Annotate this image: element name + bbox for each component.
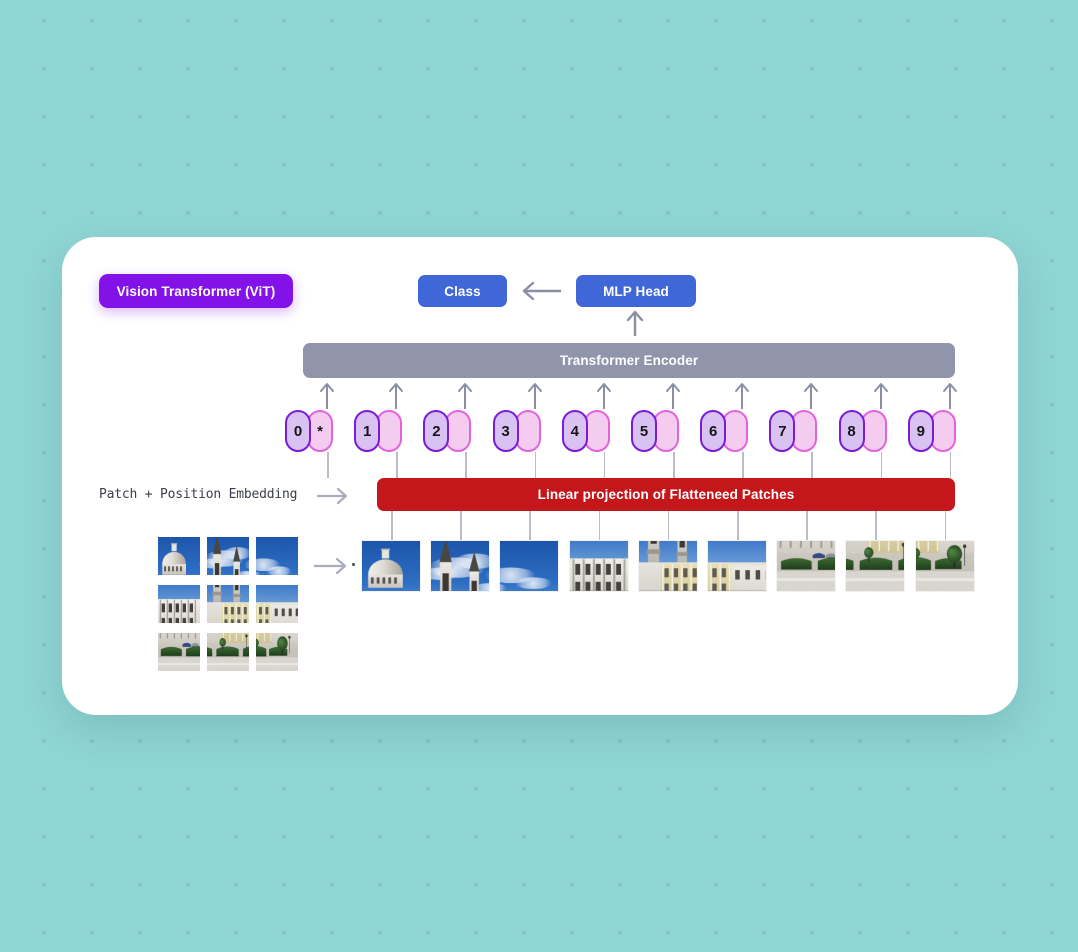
flattened-patch <box>638 540 698 592</box>
patch-embedding-pill: 8 <box>839 410 865 452</box>
flattened-patch <box>776 540 836 592</box>
image-patch-cell <box>255 584 299 624</box>
arrow-up-icon <box>624 309 646 337</box>
patch-connector-line <box>806 511 808 541</box>
multiply-dot-icon <box>352 563 355 566</box>
patch-connector-line <box>875 511 877 541</box>
flattened-patch <box>915 540 975 592</box>
patch-connector-line <box>460 511 462 541</box>
image-patch-cell <box>157 584 201 624</box>
position-embedding-pill <box>722 410 748 452</box>
embedding-token[interactable]: 5 <box>631 410 683 452</box>
token-arrow-up-icon <box>940 381 960 409</box>
linear-projection-bar[interactable]: Linear projection of Flatteneed Patches <box>377 478 955 511</box>
token-connector-line <box>465 452 467 478</box>
embedding-token[interactable]: 3 <box>493 410 545 452</box>
token-connector-line <box>950 452 952 478</box>
patch-embedding-pill: 3 <box>493 410 519 452</box>
patch-connector-line <box>391 511 393 541</box>
patch-embedding-pill: 0 <box>285 410 311 452</box>
embedding-arrow-right-icon <box>316 486 350 506</box>
image-patch-cell <box>206 632 250 672</box>
position-embedding-pill <box>791 410 817 452</box>
token-arrow-up-icon <box>455 381 475 409</box>
patch-connector-line <box>529 511 531 541</box>
position-embedding-pill <box>376 410 402 452</box>
patch-position-embedding-label: Patch + Position Embedding <box>99 487 297 502</box>
embedding-token[interactable]: * 0 <box>285 410 337 452</box>
patch-embedding-pill: 2 <box>423 410 449 452</box>
flattened-patch <box>499 540 559 592</box>
embedding-token[interactable]: 8 <box>839 410 891 452</box>
embedding-token[interactable]: 1 <box>354 410 406 452</box>
token-connector-line <box>811 452 813 478</box>
embedding-token[interactable]: 7 <box>769 410 821 452</box>
image-patch-cell <box>206 584 250 624</box>
embedding-token[interactable]: 4 <box>562 410 614 452</box>
token-arrow-up-icon <box>871 381 891 409</box>
vision-transformer-badge[interactable]: Vision Transformer (ViT) <box>99 274 293 308</box>
flattened-patch <box>707 540 767 592</box>
image-patch-cell <box>255 632 299 672</box>
token-connector-line <box>881 452 883 478</box>
patch-connector-line <box>945 511 947 541</box>
patch-embedding-pill: 5 <box>631 410 657 452</box>
patch-embedding-pill: 7 <box>769 410 795 452</box>
image-patch-cell <box>157 632 201 672</box>
patch-connector-line <box>599 511 601 541</box>
token-connector-line <box>742 452 744 478</box>
patch-embedding-pill: 1 <box>354 410 380 452</box>
flattened-patch <box>430 540 490 592</box>
position-embedding-pill <box>445 410 471 452</box>
embedding-token[interactable]: 9 <box>908 410 960 452</box>
token-arrow-up-icon <box>801 381 821 409</box>
patch-embedding-pill: 9 <box>908 410 934 452</box>
token-arrow-up-icon <box>317 381 337 409</box>
token-connector-line <box>604 452 606 478</box>
patch-connector-line <box>668 511 670 541</box>
embedding-token[interactable]: 2 <box>423 410 475 452</box>
patch-embedding-pill: 4 <box>562 410 588 452</box>
token-arrow-up-icon <box>663 381 683 409</box>
arrow-left-icon <box>520 281 562 301</box>
transformer-encoder-bar[interactable]: Transformer Encoder <box>303 343 955 378</box>
token-arrow-up-icon <box>386 381 406 409</box>
source-image-grid <box>157 536 297 678</box>
flattened-patch <box>361 540 421 592</box>
token-arrow-up-icon <box>525 381 545 409</box>
flattened-patch <box>569 540 629 592</box>
class-badge[interactable]: Class <box>418 275 507 307</box>
patch-connector-line <box>737 511 739 541</box>
token-connector-line <box>396 452 398 478</box>
image-patch-cell <box>255 536 299 576</box>
token-connector-line <box>673 452 675 478</box>
embedding-token[interactable]: 6 <box>700 410 752 452</box>
patch-embedding-pill: 6 <box>700 410 726 452</box>
token-connector-line <box>327 452 329 478</box>
image-patch-cell <box>206 536 250 576</box>
mlp-head-badge[interactable]: MLP Head <box>576 275 696 307</box>
token-arrow-up-icon <box>732 381 752 409</box>
flattened-patch <box>845 540 905 592</box>
grid-to-patches-arrow-icon <box>313 556 349 576</box>
image-patch-cell <box>157 536 201 576</box>
token-arrow-up-icon <box>594 381 614 409</box>
token-connector-line <box>535 452 537 478</box>
